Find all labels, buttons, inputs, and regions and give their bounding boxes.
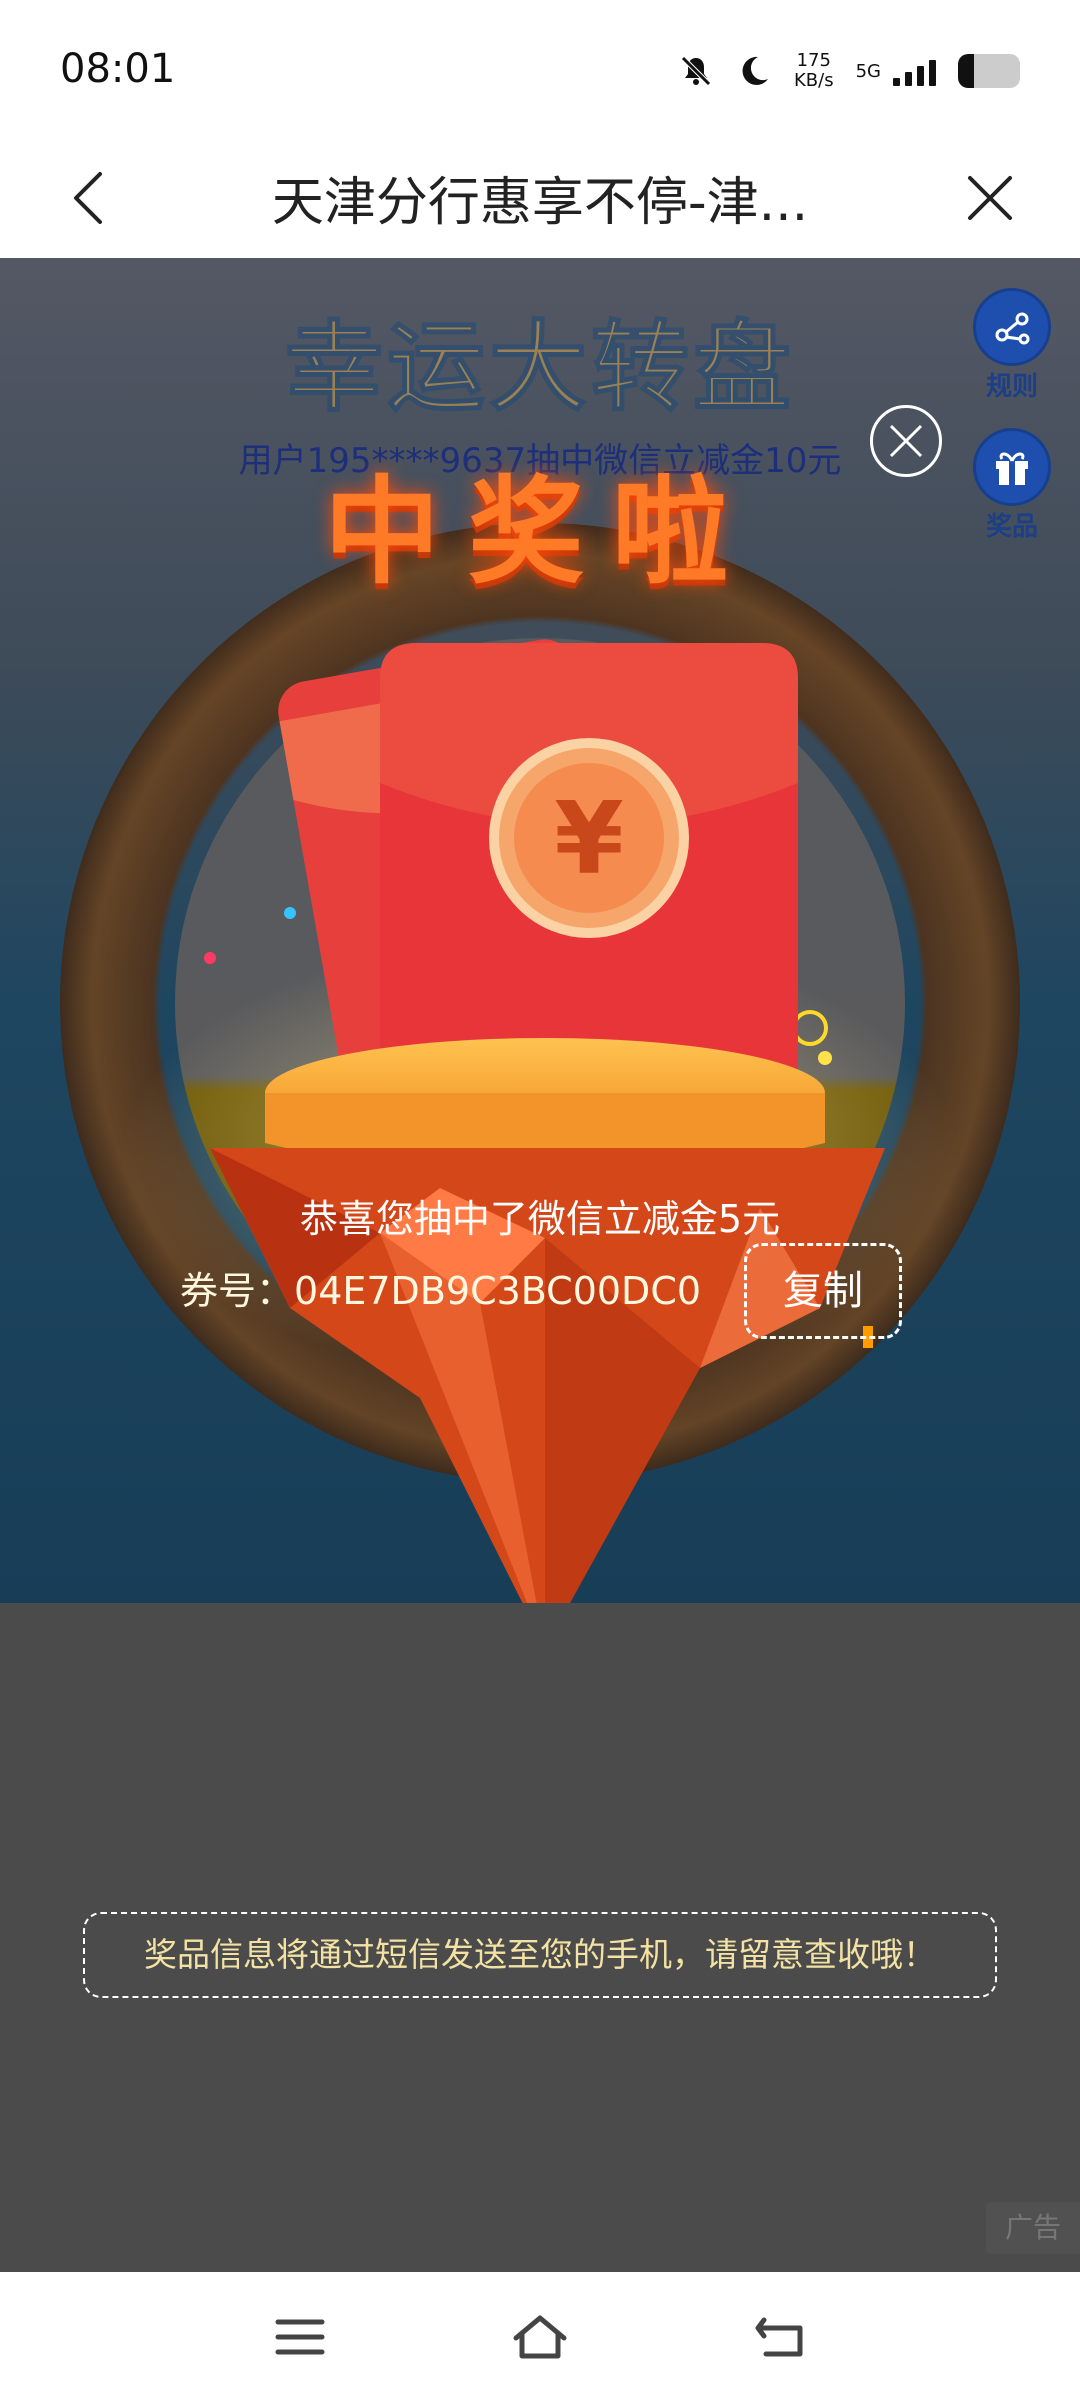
mute-bell-icon bbox=[681, 56, 711, 86]
speed-unit: KB/s bbox=[793, 70, 834, 91]
ad-badge[interactable]: 广告 bbox=[986, 2202, 1080, 2254]
home-icon[interactable] bbox=[510, 2312, 570, 2362]
status-bar: 08:01 175 KB/s 5G bbox=[0, 0, 1080, 140]
battery-icon bbox=[958, 54, 1020, 88]
congrats-text: 恭喜您抽中了微信立减金5元 bbox=[299, 1197, 781, 1241]
moon-icon bbox=[742, 56, 768, 85]
lucky-wheel-page: 幸运大转盘 用户195****9637抽中微信立减金10元 规则 奖品 ¥ 中奖… bbox=[0, 258, 1080, 1603]
back-arrow-icon[interactable] bbox=[60, 168, 120, 228]
coupon-number: 券号：04E7DB9C3BC00DC0 bbox=[180, 1260, 701, 1315]
modal-close-button[interactable] bbox=[870, 405, 942, 477]
network-type: 5G bbox=[855, 60, 881, 82]
page-title: 天津分行惠享不停-津... bbox=[271, 173, 809, 233]
coupon-label: 券号： bbox=[180, 1269, 295, 1313]
battery-fill bbox=[958, 54, 974, 88]
status-icons: 175 KB/s 5G bbox=[678, 48, 1020, 94]
system-nav-bar bbox=[0, 2272, 1080, 2400]
nav-bar: 天津分行惠享不停-津... bbox=[0, 140, 1080, 259]
back-icon[interactable] bbox=[750, 2312, 810, 2362]
speed-value: 175 bbox=[796, 50, 831, 71]
close-x-icon bbox=[889, 424, 923, 458]
network-speed: 175 KB/s bbox=[794, 51, 834, 91]
menu-icon[interactable] bbox=[270, 2312, 330, 2362]
yuan-icon: ¥ bbox=[554, 780, 624, 897]
copy-button[interactable]: 复制 bbox=[744, 1243, 902, 1339]
coupon-code: 04E7DB9C3BC00DC0 bbox=[294, 1269, 702, 1313]
sms-notice: 奖品信息将通过短信发送至您的手机，请留意查收哦！ bbox=[83, 1912, 997, 1998]
signal-icon bbox=[893, 56, 936, 86]
clock: 08:01 bbox=[60, 46, 176, 92]
close-icon[interactable] bbox=[960, 168, 1020, 228]
